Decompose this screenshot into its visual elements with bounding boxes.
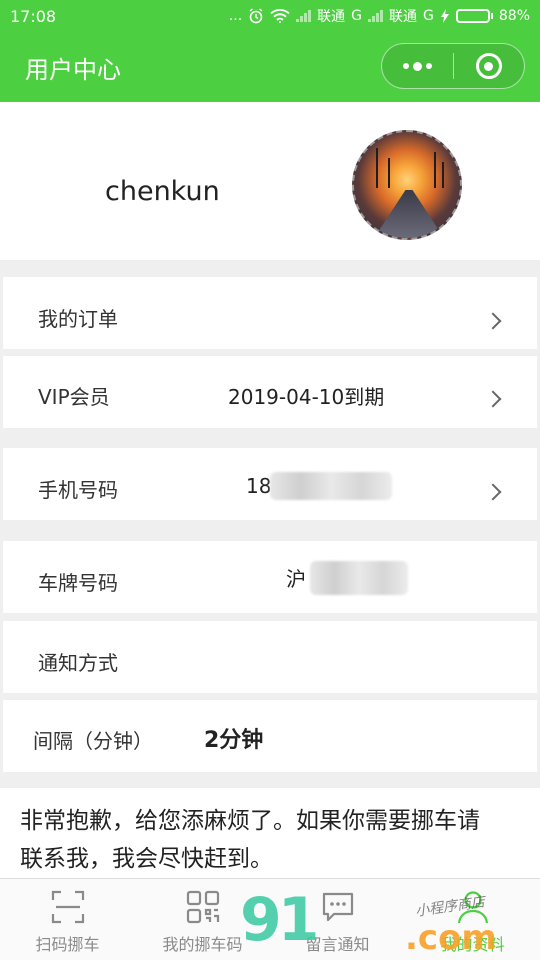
row-my-orders[interactable]: 我的订单 xyxy=(3,277,537,349)
avatar[interactable] xyxy=(352,130,462,240)
nav-bar: 用户中心 xyxy=(0,32,540,102)
tab-label: 我的挪车码 xyxy=(162,935,243,954)
miniprogram-capsule xyxy=(381,43,525,89)
signal-icon xyxy=(296,10,312,22)
network-type-2: G xyxy=(423,8,434,24)
notice-text: 非常抱歉，给您添麻烦了。如果你需要挪车请联系我，我会尽快赶到。 xyxy=(20,808,480,872)
row-label: 手机号码 xyxy=(38,478,118,502)
chevron-right-icon xyxy=(484,312,502,330)
redacted-blur xyxy=(310,561,408,595)
battery-icon xyxy=(455,9,493,23)
row-phone[interactable]: 手机号码 18 xyxy=(3,448,537,520)
more-dots: ... xyxy=(228,8,243,24)
plate-number: 沪 xyxy=(286,567,306,591)
battery-percent: 88% xyxy=(498,8,530,24)
tab-label: 我的资料 xyxy=(440,935,505,954)
message-icon xyxy=(322,892,353,922)
chevron-right-icon xyxy=(484,483,502,501)
row-notify-method[interactable]: 通知方式 xyxy=(3,621,537,693)
avatar-palm-shape xyxy=(442,162,444,188)
carrier-2: 联通 xyxy=(389,9,418,25)
row-label: 我的订单 xyxy=(38,307,118,331)
qrcode-icon xyxy=(186,890,219,924)
tab-bar: 扫码挪车 我的挪车码 留言通知 我的资料 xyxy=(0,878,540,960)
more-dots-icon xyxy=(402,61,432,71)
interval-value: 2分钟 xyxy=(204,728,264,753)
avatar-road-shape xyxy=(374,190,444,238)
tab-messages[interactable]: 留言通知 xyxy=(270,879,405,960)
more-button[interactable] xyxy=(382,44,453,88)
redacted-blur xyxy=(270,472,392,500)
carrier-1: 联通 xyxy=(317,9,346,25)
row-label: 通知方式 xyxy=(38,651,118,675)
page-title: 用户中心 xyxy=(25,55,121,84)
username: chenkun xyxy=(105,176,220,207)
avatar-palm-shape xyxy=(376,148,378,188)
target-circle-icon xyxy=(475,53,502,79)
avatar-palm-shape xyxy=(434,152,436,188)
phone-number: 18 xyxy=(246,474,272,498)
network-type-1: G xyxy=(351,8,363,24)
row-plate: 车牌号码 沪 xyxy=(3,541,537,613)
status-indicators: ... 联通 G 联通 G 88% xyxy=(229,6,530,26)
signal-icon xyxy=(368,10,384,22)
tab-my-qrcode[interactable]: 我的挪车码 xyxy=(135,879,270,960)
user-icon xyxy=(457,891,488,924)
scan-icon xyxy=(51,890,84,924)
tab-my-profile[interactable]: 我的资料 xyxy=(405,879,540,960)
tab-label: 留言通知 xyxy=(305,935,370,954)
row-label: 间隔（分钟） xyxy=(33,729,153,753)
alarm-icon xyxy=(249,8,263,24)
status-time: 17:08 xyxy=(10,6,57,26)
status-bar: 17:08 ... 联通 G 联通 G 88% xyxy=(0,0,540,32)
row-label: 车牌号码 xyxy=(38,571,118,595)
avatar-palm-shape xyxy=(388,158,390,188)
close-miniprogram-button[interactable] xyxy=(454,44,525,88)
wifi-icon xyxy=(270,9,290,23)
chevron-right-icon xyxy=(484,390,502,408)
row-label: VIP会员 xyxy=(38,385,110,409)
vip-expiry: 2019-04-10到期 xyxy=(228,385,385,409)
notice-panel: 非常抱歉，给您添麻烦了。如果你需要挪车请联系我，我会尽快赶到。 xyxy=(0,788,540,878)
charging-icon xyxy=(440,9,449,23)
tab-label: 扫码挪车 xyxy=(35,935,100,954)
tab-scan[interactable]: 扫码挪车 xyxy=(0,879,135,960)
row-interval[interactable]: 间隔（分钟） 2分钟 xyxy=(3,700,537,772)
row-vip[interactable]: VIP会员 2019-04-10到期 xyxy=(3,356,537,428)
